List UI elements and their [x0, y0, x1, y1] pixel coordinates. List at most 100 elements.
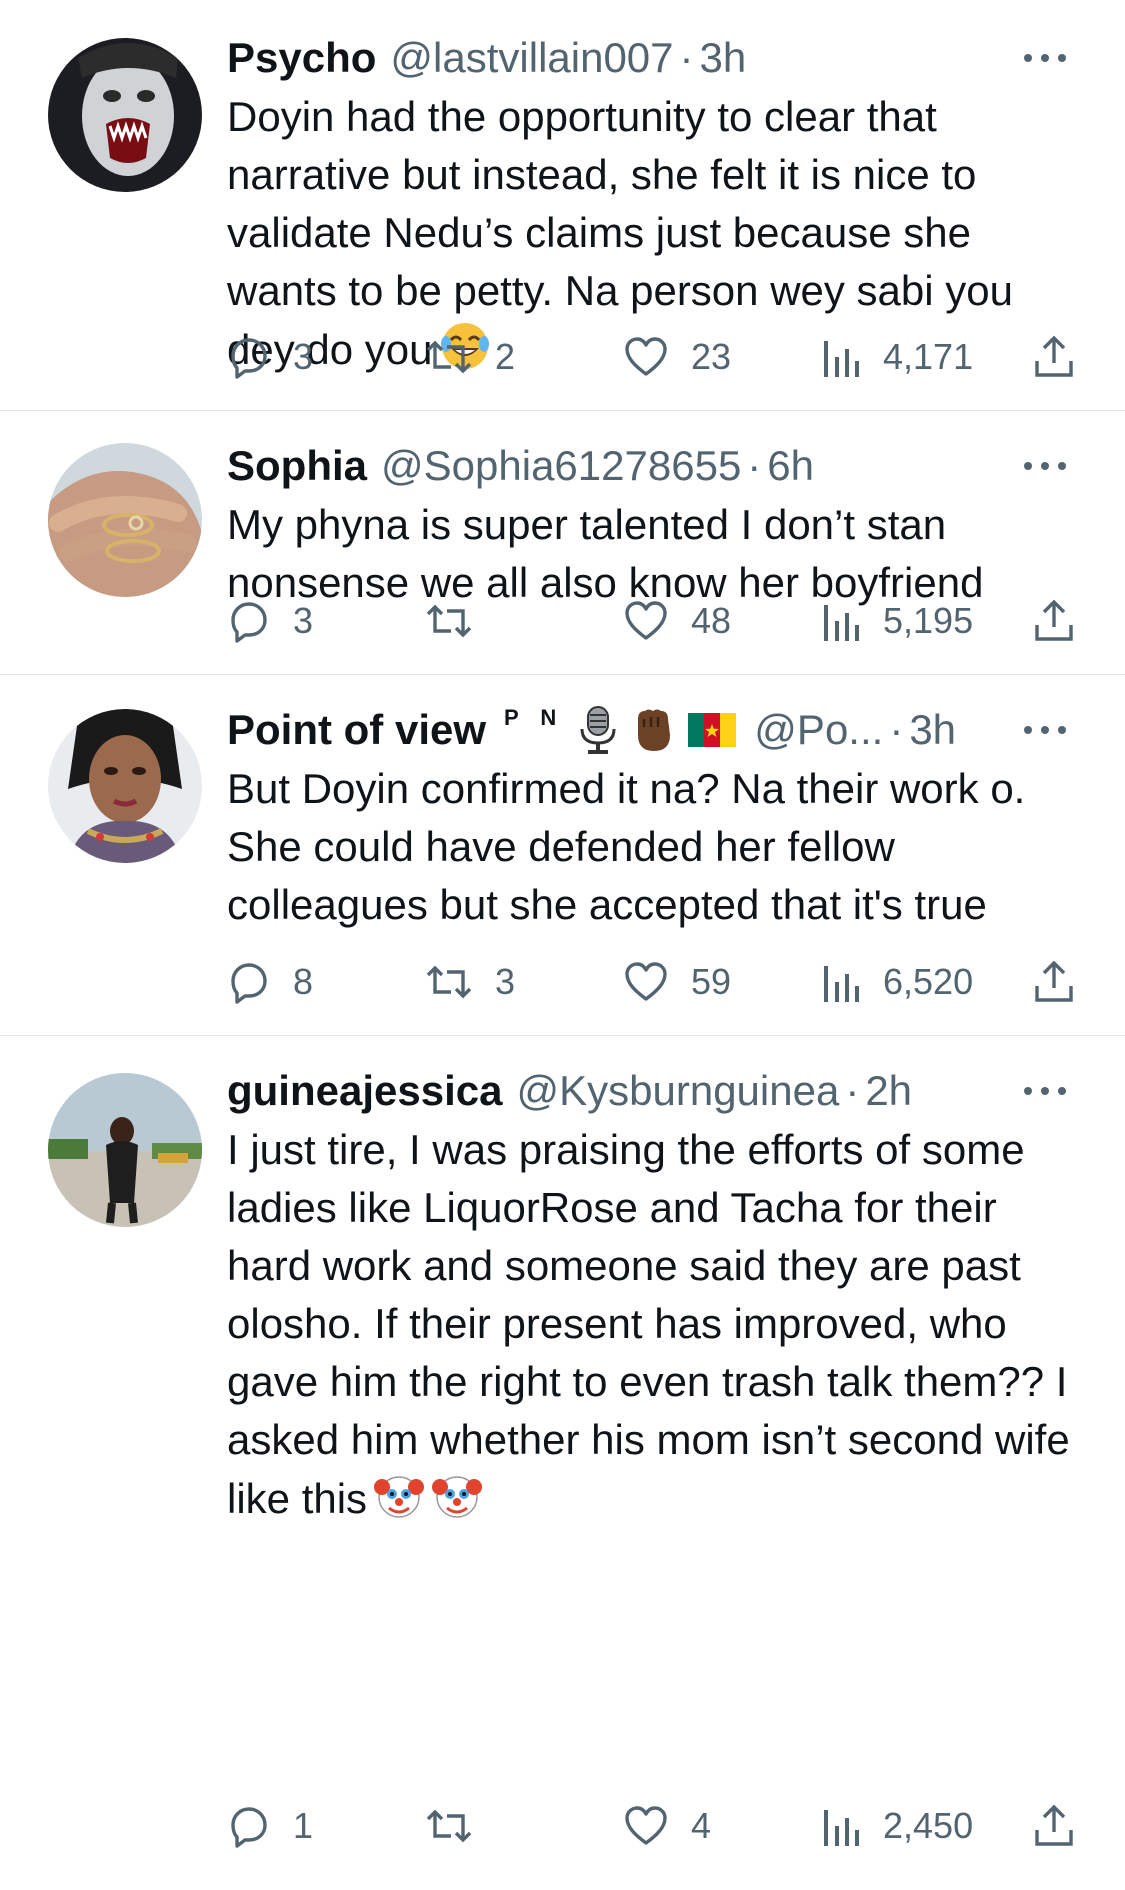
- timestamp[interactable]: 3h: [909, 700, 956, 760]
- like-count: 48: [691, 600, 732, 641]
- separator-dot: ·: [679, 34, 694, 81]
- reply-button[interactable]: 1: [227, 1804, 313, 1848]
- reply-icon: [231, 602, 267, 643]
- share-icon: [1035, 599, 1073, 641]
- tweet[interactable]: Sophia @Sophia61278655 · 6h My phyna is …: [0, 411, 1125, 675]
- avatar[interactable]: [48, 1073, 202, 1227]
- tweet-header: guineajessica @Kysburnguinea · 2h: [227, 1061, 1075, 1121]
- share-icon: [1035, 335, 1073, 377]
- microphone-icon: [578, 705, 618, 755]
- more-icon[interactable]: [1015, 36, 1075, 80]
- share-icon: [1035, 960, 1073, 1002]
- heart-icon: [625, 1806, 667, 1845]
- tweet-actions: 3 48 5,195: [227, 593, 1075, 649]
- retweet-icon: [426, 1809, 472, 1843]
- tweet-content: Sophia @Sophia61278655 · 6h My phyna is …: [227, 436, 1075, 612]
- author-name[interactable]: Psycho: [227, 28, 376, 88]
- author-handle[interactable]: @Kysburnguinea: [516, 1061, 839, 1121]
- share-button[interactable]: [1033, 599, 1075, 643]
- more-icon[interactable]: [1015, 444, 1075, 488]
- author-handle[interactable]: @Po...: [754, 700, 883, 760]
- separator-dot: ·: [845, 1067, 860, 1114]
- share-button[interactable]: [1033, 1804, 1075, 1848]
- like-button[interactable]: 48: [623, 600, 731, 642]
- tweet[interactable]: Point of view P N @Po... · 3h But Doyin …: [0, 675, 1125, 1036]
- retweet-icon: [426, 340, 472, 374]
- retweet-count: 3: [495, 961, 516, 1002]
- author-badge: P N: [504, 705, 565, 730]
- reply-icon: [231, 963, 267, 1004]
- separator-dot: ·: [747, 442, 762, 489]
- views-count: 6,520: [883, 961, 974, 1002]
- more-icon[interactable]: [1015, 708, 1075, 752]
- views-icon: [824, 1810, 859, 1846]
- views-button[interactable]: 2,450: [821, 1804, 973, 1848]
- tweet-text: But Doyin confirmed it na? Na their work…: [227, 760, 1075, 934]
- tweet-actions: 3 2 23 4,171: [227, 329, 1075, 385]
- heart-icon: [625, 601, 667, 640]
- separator-dot: ·: [889, 706, 904, 753]
- retweet-count: 2: [495, 336, 516, 377]
- retweet-button[interactable]: [425, 1804, 495, 1848]
- tweet-actions: 1 4 2,450: [227, 1798, 1075, 1854]
- tweet-content: Point of view P N @Po... · 3h But Doyin …: [227, 700, 1075, 934]
- views-icon: [824, 605, 859, 641]
- avatar[interactable]: [48, 709, 202, 863]
- share-icon: [1035, 1804, 1073, 1846]
- author-handle[interactable]: @Sophia61278655: [381, 436, 741, 496]
- share-button[interactable]: [1033, 960, 1075, 1004]
- avatar[interactable]: [48, 38, 202, 192]
- clown-face-emoji-icon: [431, 1469, 483, 1536]
- reply-button[interactable]: 8: [227, 960, 313, 1004]
- raised-fist-icon: [630, 705, 676, 755]
- tweet[interactable]: guineajessica @Kysburnguinea · 2h I just…: [0, 1036, 1125, 1890]
- reply-button[interactable]: 3: [227, 599, 313, 643]
- retweet-icon: [426, 604, 472, 638]
- like-button[interactable]: 4: [623, 1805, 711, 1847]
- retweet-icon: [426, 965, 472, 999]
- like-count: 23: [691, 336, 732, 377]
- reply-count: 1: [293, 1805, 314, 1846]
- reply-button[interactable]: 3: [227, 335, 313, 379]
- tweet-header: Point of view P N @Po... · 3h: [227, 700, 1075, 760]
- heart-icon: [625, 337, 667, 376]
- more-icon[interactable]: [1015, 1069, 1075, 1113]
- views-count: 2,450: [883, 1805, 974, 1846]
- author-name[interactable]: guineajessica: [227, 1061, 502, 1121]
- tweet-header: Psycho @lastvillain007 · 3h: [227, 28, 1075, 88]
- cameroon-flag-icon: [688, 713, 737, 747]
- author-name[interactable]: Sophia: [227, 436, 367, 496]
- tweet[interactable]: Psycho @lastvillain007 · 3h Doyin had th…: [0, 0, 1125, 411]
- timestamp[interactable]: 6h: [767, 436, 814, 496]
- views-button[interactable]: 5,195: [821, 599, 973, 643]
- like-count: 59: [691, 961, 732, 1002]
- tweet-text-content: My phyna is super talented I don’t stan …: [227, 501, 984, 606]
- retweet-button[interactable]: 2: [425, 335, 515, 379]
- share-button[interactable]: [1033, 335, 1075, 379]
- like-button[interactable]: 59: [623, 961, 731, 1003]
- author-handle[interactable]: @lastvillain007: [390, 28, 673, 88]
- avatar[interactable]: [48, 443, 202, 597]
- reply-icon: [231, 1807, 267, 1848]
- views-button[interactable]: 6,520: [821, 960, 973, 1004]
- tweet-text-content: But Doyin confirmed it na? Na their work…: [227, 765, 1026, 928]
- timestamp[interactable]: 3h: [700, 28, 747, 88]
- retweet-button[interactable]: 3: [425, 960, 515, 1004]
- reply-icon: [231, 338, 267, 379]
- reply-count: 8: [293, 961, 314, 1002]
- reply-count: 3: [293, 336, 314, 377]
- views-button[interactable]: 4,171: [821, 335, 973, 379]
- timestamp[interactable]: 2h: [865, 1061, 912, 1121]
- like-button[interactable]: 23: [623, 336, 731, 378]
- author-name[interactable]: Point of view: [227, 700, 486, 760]
- tweet-text-content: I just tire, I was praising the efforts …: [227, 1126, 1070, 1522]
- retweet-button[interactable]: [425, 599, 495, 643]
- views-count: 4,171: [883, 336, 974, 377]
- tweet-header: Sophia @Sophia61278655 · 6h: [227, 436, 1075, 496]
- tweet-content: guineajessica @Kysburnguinea · 2h I just…: [227, 1061, 1075, 1536]
- views-icon: [824, 341, 859, 377]
- heart-icon: [625, 962, 667, 1001]
- like-count: 4: [691, 1805, 712, 1846]
- views-icon: [824, 966, 859, 1002]
- tweet-text: I just tire, I was praising the efforts …: [227, 1121, 1075, 1536]
